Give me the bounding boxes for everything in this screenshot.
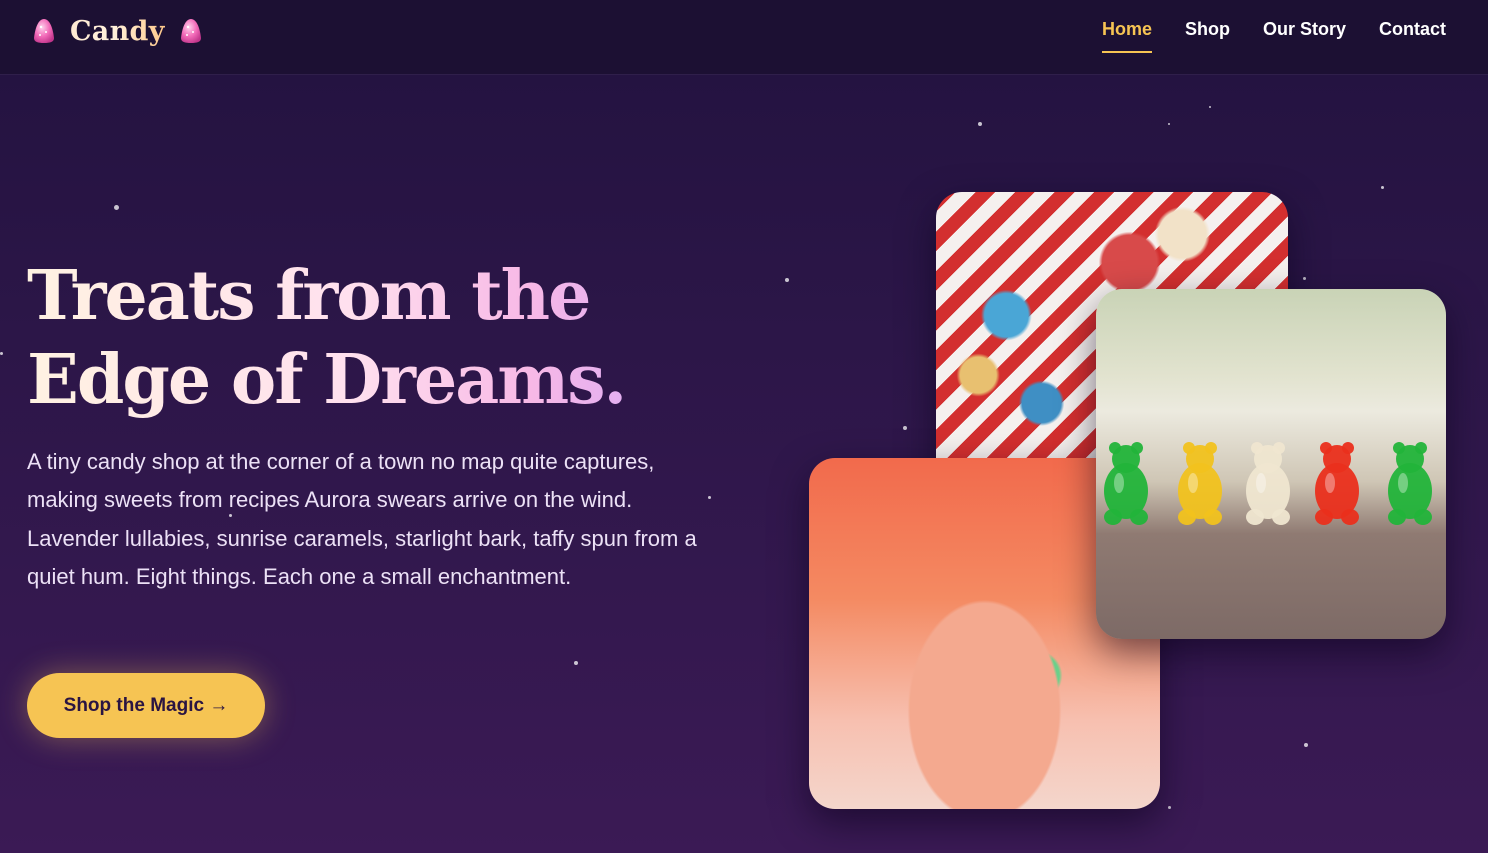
gummy-bear: [1246, 442, 1290, 525]
brand-name: Candy: [70, 15, 165, 47]
star: [785, 278, 789, 282]
headline-line-2: Edge of Dreams.: [27, 340, 626, 420]
headline-line-1: Treats from the: [27, 256, 590, 336]
star: [0, 352, 3, 355]
brand-logo[interactable]: Candy: [32, 14, 203, 48]
nav-link-our-story[interactable]: Our Story: [1263, 17, 1346, 53]
star: [574, 661, 578, 665]
gumdrop-icon: [34, 19, 54, 43]
star: [1209, 106, 1211, 108]
nav-link-contact[interactable]: Contact: [1379, 17, 1446, 53]
star: [708, 496, 711, 499]
gummy-bear: [1315, 442, 1359, 525]
hero-headline: Treats from the Edge of Dreams.: [27, 254, 747, 422]
star: [1381, 186, 1384, 189]
star: [1168, 123, 1170, 125]
star: [978, 122, 982, 126]
shop-the-magic-button[interactable]: Shop the Magic →: [27, 673, 265, 738]
gummy-bears: [1104, 442, 1432, 525]
main-nav: Home Shop Our Story Contact: [1101, 17, 1446, 53]
gummy-bears-photo: [1096, 289, 1446, 639]
site-header: Candy Home Shop Our Story Contact: [0, 0, 1488, 75]
star: [1303, 277, 1306, 280]
gumdrop-icon: [180, 19, 201, 43]
hero-intro: A tiny candy shop at the corner of a tow…: [27, 449, 697, 590]
gummy-bear: [1178, 442, 1222, 525]
star: [1304, 743, 1308, 747]
gummy-bear: [1104, 442, 1148, 525]
gummy-bear: [1388, 442, 1432, 525]
nav-link-home[interactable]: Home: [1101, 17, 1152, 53]
star: [114, 205, 119, 210]
nav-link-shop[interactable]: Shop: [1185, 17, 1230, 53]
star: [1168, 806, 1171, 809]
star: [903, 426, 907, 430]
